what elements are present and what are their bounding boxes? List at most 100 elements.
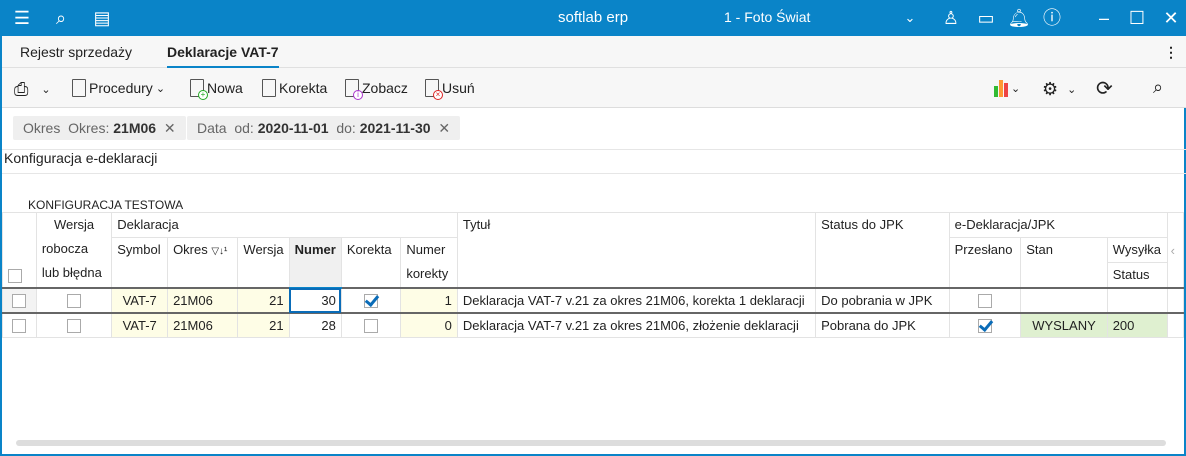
- filter-value: 21M06: [113, 120, 157, 136]
- header-numer-korekty[interactable]: Numer korekty: [400, 237, 458, 288]
- search-icon[interactable]: ⌕: [49, 6, 73, 30]
- cell-filler: [1166, 286, 1185, 314]
- row-select[interactable]: [2, 286, 37, 314]
- header-text: Numer: [406, 242, 446, 257]
- search-filter-icon[interactable]: ⌕: [1153, 77, 1163, 98]
- close-icon[interactable]: ✕: [160, 120, 176, 136]
- cell-wersja: 21: [237, 286, 290, 314]
- korekta-button[interactable]: Korekta: [262, 79, 327, 97]
- header-text: robocza: [41, 241, 89, 256]
- chevron-down-icon: ⌄: [1067, 84, 1077, 96]
- help-icon[interactable]: ⓘ: [1040, 6, 1064, 30]
- header-text: korekty: [406, 266, 449, 281]
- table-row[interactable]: VAT-7 21M06 21 30 1 Deklaracja VAT-7 v.2…: [2, 286, 1185, 314]
- table-row[interactable]: VAT-7 21M06 21 28 0 Deklaracja VAT-7 v.2…: [2, 312, 1185, 338]
- filter-key: Okres:: [68, 120, 110, 136]
- title-bar: ☰ ⌕ ▤ softlab erp 1 - Foto Świat ⌄ ♙ ▭ 🔔…: [2, 0, 1186, 36]
- divider: [2, 173, 1186, 174]
- cell-numer[interactable]: 28: [288, 312, 342, 338]
- korekta-checkbox[interactable]: [364, 319, 379, 334]
- user-icon[interactable]: ♙: [939, 6, 963, 30]
- scroll-left-icon[interactable]: ‹: [1166, 212, 1185, 288]
- filter-chip-data[interactable]: Data od: 2020-11-01 do: 2021-11-30 ✕: [187, 116, 461, 140]
- cell-przeslano[interactable]: [948, 286, 1022, 314]
- przeslano-checkbox[interactable]: [977, 293, 992, 308]
- robocza-checkbox[interactable]: [67, 319, 82, 334]
- horizontal-scrollbar[interactable]: [16, 440, 1166, 446]
- korekta-checkbox[interactable]: [364, 293, 379, 308]
- app-title: softlab erp: [558, 9, 629, 26]
- header-tytul[interactable]: Tytuł: [456, 212, 817, 288]
- cell-przeslano[interactable]: [948, 312, 1022, 338]
- robocza-checkbox[interactable]: [67, 293, 82, 308]
- cell-numer[interactable]: 30: [288, 286, 342, 314]
- cell-status: [1106, 286, 1168, 314]
- cell-stan: [1020, 286, 1108, 314]
- header-numer[interactable]: Numer: [288, 237, 342, 289]
- more-icon[interactable]: ⋮: [1164, 44, 1178, 61]
- cell-tytul: Deklaracja VAT-7 v.21 za okres 21M06, ko…: [456, 286, 817, 314]
- header-wersja-robocza[interactable]: Wersja robocza lub błędna: [35, 212, 113, 288]
- header-status-jpk[interactable]: Status do JPK: [815, 212, 950, 288]
- header-status[interactable]: Status: [1106, 262, 1168, 288]
- chevron-down-icon: ⌄: [155, 82, 166, 95]
- header-przeslano[interactable]: Przesłano: [948, 237, 1022, 288]
- maximize-icon[interactable]: ☐: [1125, 6, 1149, 30]
- tab-deklaracje-vat7[interactable]: Deklaracje VAT-7: [167, 44, 279, 68]
- news-icon[interactable]: ▤: [90, 6, 114, 30]
- header-wersja[interactable]: Wersja: [237, 237, 290, 288]
- header-symbol[interactable]: Symbol: [111, 237, 169, 288]
- cell-korekta[interactable]: [340, 312, 402, 338]
- przeslano-checkbox[interactable]: [977, 319, 992, 334]
- nowa-button[interactable]: + Nowa: [190, 79, 243, 100]
- filter-key: od:: [234, 120, 254, 136]
- edit-document-icon: [262, 79, 276, 97]
- close-icon[interactable]: ✕: [1159, 6, 1183, 30]
- header-okres[interactable]: Okres ▽↓¹: [167, 237, 239, 288]
- filter-chip-okres[interactable]: Okres Okres: 21M06 ✕: [13, 116, 186, 140]
- gear-icon: ⚙: [1042, 79, 1059, 99]
- chat-icon[interactable]: ▭: [974, 6, 998, 30]
- usun-button[interactable]: × Usuń: [425, 79, 475, 100]
- cell-stan: WYSLANY: [1020, 312, 1108, 338]
- printer-icon: ⎙: [14, 79, 29, 99]
- header-stan[interactable]: Stan: [1020, 237, 1108, 288]
- chevron-down-icon: ⌄: [1011, 82, 1021, 95]
- settings-button[interactable]: ⚙ ⌄: [1042, 79, 1076, 100]
- row-checkbox[interactable]: [12, 293, 27, 308]
- filter-value: 2021-11-30: [359, 120, 431, 136]
- chevron-down-icon: ⌄: [41, 84, 51, 96]
- company-selector[interactable]: 1 - Foto Świat: [724, 9, 810, 25]
- close-icon[interactable]: ✕: [434, 120, 450, 136]
- header-text: lub błędna: [41, 265, 102, 280]
- nowa-label: Nowa: [207, 80, 243, 96]
- korekta-label: Korekta: [279, 80, 328, 96]
- declarations-grid: Wersja robocza lub błędna Deklaracja Tytuł…: [2, 212, 1185, 338]
- select-all-checkbox[interactable]: [8, 268, 22, 283]
- chart-button[interactable]: ⌄: [994, 79, 1020, 97]
- bell-icon[interactable]: 🔔︎: [1007, 6, 1031, 30]
- cell-okres: 21M06: [167, 312, 239, 338]
- minimize-icon[interactable]: –: [1092, 6, 1116, 30]
- chevron-down-icon[interactable]: ⌄: [898, 6, 922, 30]
- tab-rejestr-sprzedazy[interactable]: Rejestr sprzedaży: [20, 44, 132, 60]
- filter-key: do:: [336, 120, 356, 136]
- menu-icon[interactable]: ☰: [10, 6, 34, 30]
- row-select[interactable]: [2, 312, 37, 338]
- cell-numer-korekty: 1: [400, 286, 458, 314]
- procedury-button[interactable]: Procedury ⌄: [72, 79, 165, 97]
- header-korekta[interactable]: Korekta: [340, 237, 402, 288]
- filter-icon[interactable]: ▽↓¹: [211, 246, 227, 257]
- view-document-icon: i: [345, 79, 363, 100]
- zobacz-button[interactable]: i Zobacz: [345, 79, 408, 100]
- row-checkbox[interactable]: [12, 319, 27, 334]
- bar-chart-icon: [994, 79, 1008, 97]
- cell-korekta[interactable]: [340, 286, 402, 314]
- header-text: Okres: [173, 242, 208, 257]
- cell-robocza[interactable]: [35, 286, 113, 314]
- cell-tytul: Deklaracja VAT-7 v.21 za okres 21M06, zł…: [456, 312, 817, 338]
- cell-symbol: VAT-7: [111, 312, 169, 338]
- refresh-icon[interactable]: ⟳: [1096, 76, 1113, 101]
- cell-robocza[interactable]: [35, 312, 113, 338]
- print-button[interactable]: ⎙ ⌄: [14, 79, 51, 100]
